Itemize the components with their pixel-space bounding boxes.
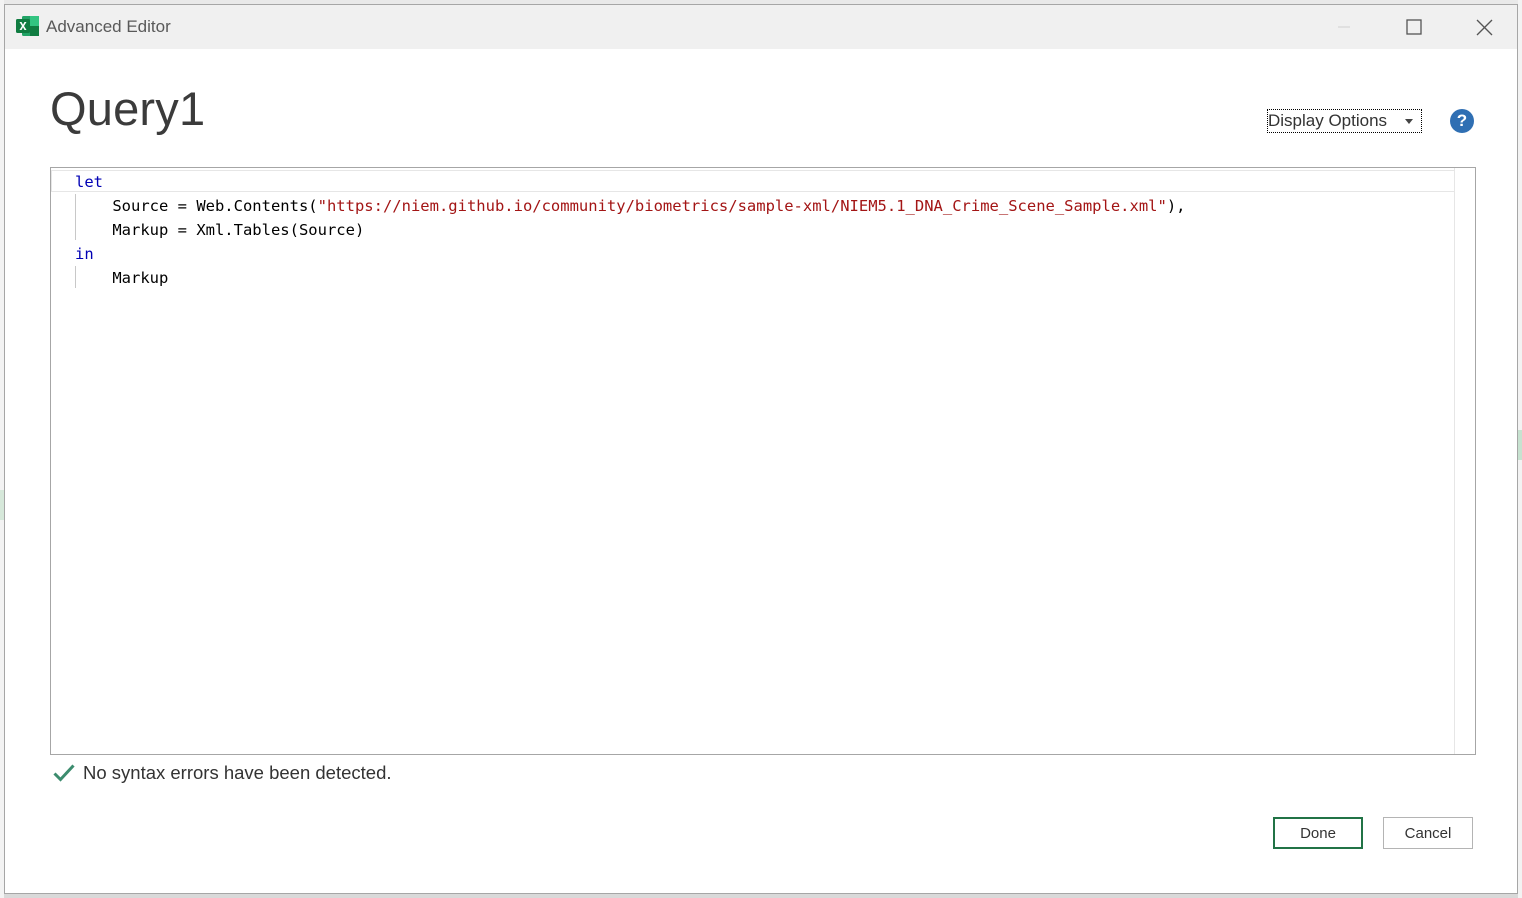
code-token-plain: Source = Web.Contents(	[112, 197, 318, 215]
code-token-plain: Markup = Xml.Tables(Source)	[112, 221, 365, 239]
window-title: Advanced Editor	[46, 17, 171, 36]
checkmark-icon	[53, 764, 75, 782]
done-button[interactable]: Done	[1273, 817, 1363, 849]
code-token-plain: Markup	[112, 269, 169, 287]
title-bar: Advanced Editor	[5, 5, 1517, 49]
code-token-string: "https://niem.github.io/community/biomet…	[317, 197, 1167, 215]
maximize-icon	[1406, 19, 1422, 35]
close-button[interactable]	[1449, 5, 1519, 49]
minimize-button[interactable]	[1309, 5, 1379, 49]
code-token-keyword: in	[75, 245, 94, 263]
code-editor[interactable]: let Source = Web.Contents("https://niem.…	[50, 167, 1476, 755]
vertical-scrollbar[interactable]	[1454, 168, 1475, 754]
code-line[interactable]: in	[75, 242, 1186, 266]
advanced-editor-dialog: Advanced Editor Query1 Display Options ?	[4, 4, 1518, 894]
code-line[interactable]: Markup	[75, 266, 1186, 290]
code-text[interactable]: let Source = Web.Contents("https://niem.…	[75, 170, 1186, 290]
code-line[interactable]: let	[75, 170, 1186, 194]
close-icon	[1476, 19, 1492, 35]
excel-icon	[16, 16, 39, 36]
code-line[interactable]: Markup = Xml.Tables(Source)	[75, 218, 1186, 242]
query-title: Query1	[50, 82, 206, 135]
code-line[interactable]: Source = Web.Contents("https://niem.gith…	[75, 194, 1186, 218]
code-token-plain: ),	[1166, 197, 1186, 215]
cancel-button[interactable]: Cancel	[1383, 817, 1473, 849]
caret-down-icon	[1405, 119, 1413, 124]
minimize-icon	[1338, 26, 1350, 28]
help-icon[interactable]: ?	[1450, 109, 1474, 133]
display-options-dropdown[interactable]: Display Options	[1267, 109, 1422, 133]
maximize-button[interactable]	[1379, 5, 1449, 49]
syntax-status: No syntax errors have been detected.	[53, 761, 392, 785]
display-options-label: Display Options	[1268, 111, 1388, 130]
syntax-status-text: No syntax errors have been detected.	[83, 762, 392, 783]
background-selection-mark	[1518, 430, 1522, 460]
code-token-keyword: let	[75, 173, 103, 191]
background-app-right-edge	[1518, 0, 1522, 898]
